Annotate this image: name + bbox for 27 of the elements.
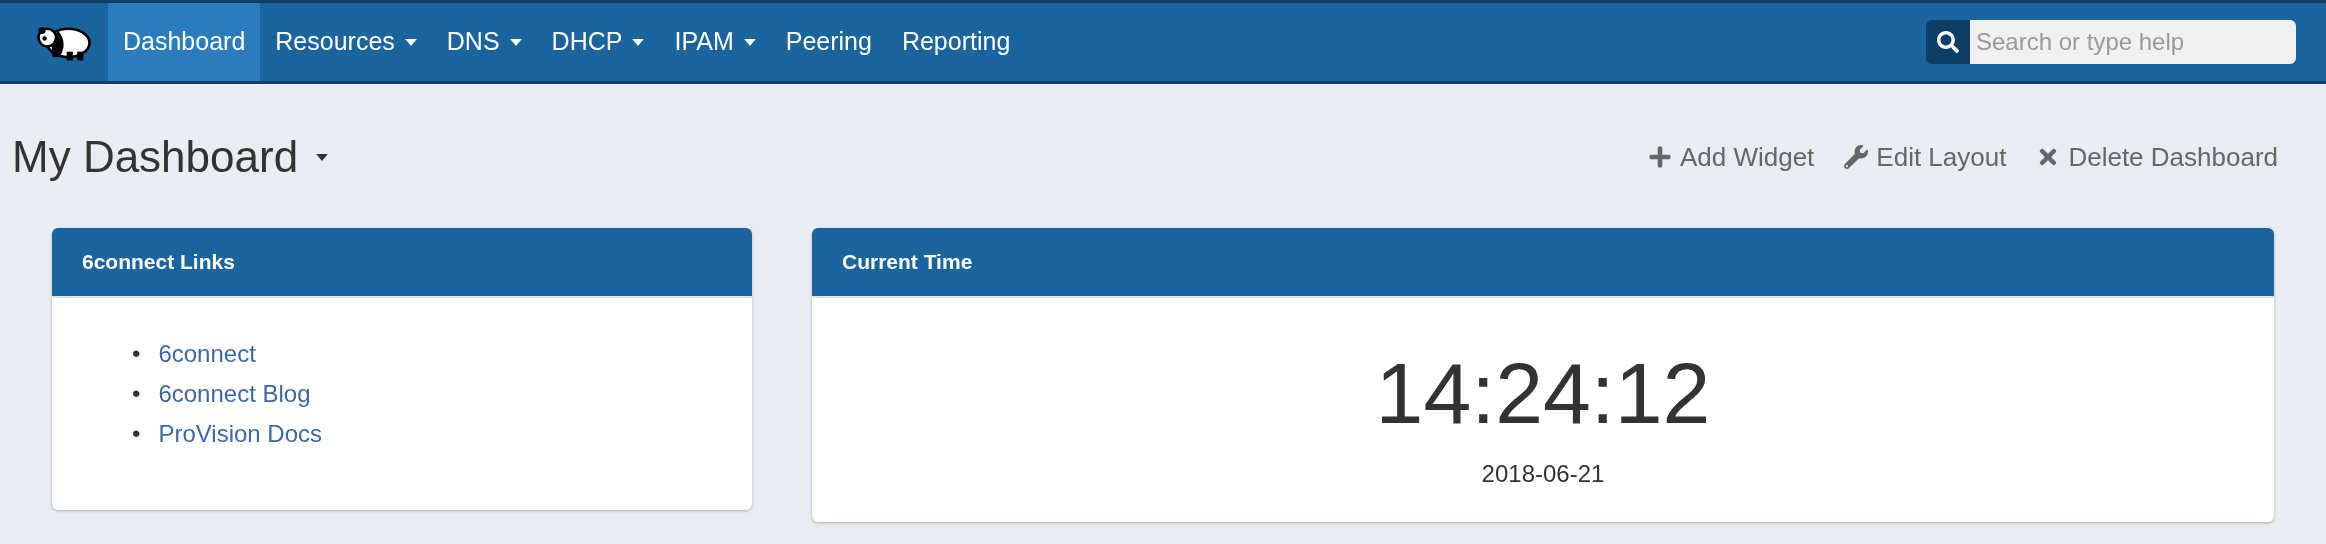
nav-tab[interactable]: Reporting bbox=[886, 3, 1026, 81]
clock-date: 2018-06-21 bbox=[1481, 459, 1605, 489]
nav-tab[interactable]: DHCP bbox=[536, 3, 660, 81]
nav-tab[interactable]: DNS bbox=[431, 3, 537, 81]
bullet: • bbox=[132, 419, 141, 449]
toolbar-button[interactable]: Add Widget bbox=[1647, 137, 1815, 177]
link[interactable]: 6connect Blog bbox=[158, 374, 311, 414]
nav-tab[interactable]: Resources bbox=[260, 3, 432, 81]
widget-title: 6connect Links bbox=[82, 249, 235, 276]
dashboard-title-dropdown[interactable]: My Dashboard bbox=[12, 124, 329, 190]
link[interactable]: 6connect bbox=[158, 334, 256, 374]
nav-tab[interactable]: Dashboard bbox=[108, 3, 261, 81]
caret-icon bbox=[316, 153, 329, 161]
search-icon bbox=[1937, 31, 1959, 53]
nav-tab[interactable]: Peering bbox=[770, 3, 887, 81]
bullet: • bbox=[132, 339, 141, 369]
nav-tab[interactable]: IPAM bbox=[659, 3, 771, 81]
toolbar-button[interactable]: Edit Layout bbox=[1844, 137, 2007, 177]
plus-icon bbox=[1647, 145, 1672, 169]
link[interactable]: ProVision Docs bbox=[158, 414, 323, 454]
widget-title: Current Time bbox=[842, 249, 973, 276]
wrench-icon bbox=[1844, 145, 1869, 169]
search-field[interactable]: Search or type help bbox=[1970, 20, 2296, 64]
toolbar-button[interactable]: Delete Dashboard bbox=[2036, 137, 2278, 177]
clock-time: 14:24:12 bbox=[1375, 348, 1711, 438]
search-button[interactable] bbox=[1926, 20, 1970, 64]
bullet: • bbox=[132, 379, 141, 409]
